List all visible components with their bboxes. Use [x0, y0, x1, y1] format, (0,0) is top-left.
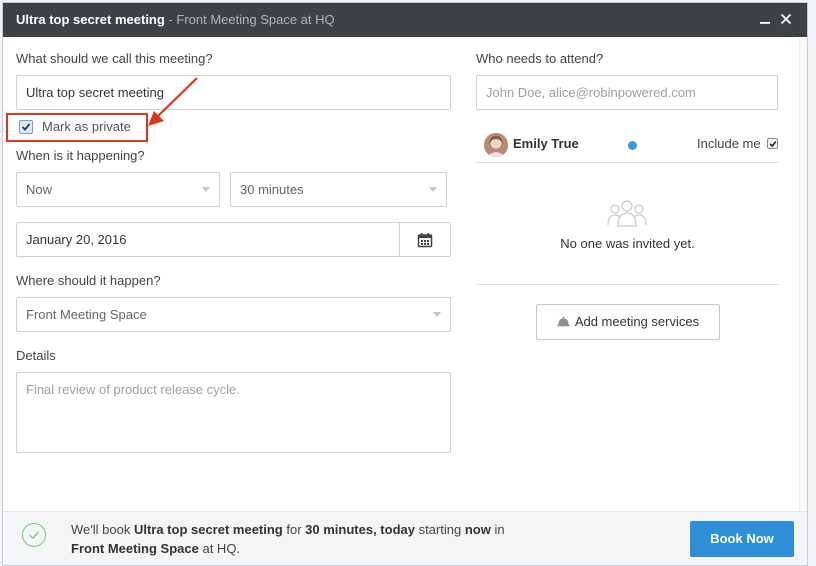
- include-me-checkbox[interactable]: [767, 138, 778, 149]
- book-now-button[interactable]: Book Now: [690, 521, 794, 557]
- people-icon: [607, 200, 647, 227]
- start-select[interactable]: Now: [16, 172, 220, 207]
- add-meeting-services-label: Add meeting services: [574, 314, 700, 329]
- summary-text: at HQ.: [198, 541, 241, 556]
- space-select[interactable]: Front Meeting Space: [16, 297, 451, 332]
- status-dot: [628, 141, 637, 150]
- details-textarea[interactable]: Final review of product release cycle.: [16, 372, 451, 453]
- add-meeting-services-button[interactable]: Add meeting services: [536, 304, 720, 340]
- annotation-highlight-box: [6, 113, 148, 142]
- meeting-name-input[interactable]: Ultra top secret meeting: [16, 75, 451, 110]
- empty-attendees-text: No one was invited yet.: [560, 236, 695, 251]
- services-divider: [476, 284, 779, 285]
- summary-text: We'll book: [71, 522, 134, 537]
- meeting-title-text: Ultra top secret meeting: [16, 12, 165, 27]
- date-input[interactable]: January 20, 2016: [16, 222, 401, 257]
- attendee-divider: [476, 162, 779, 163]
- modal-scrollbar[interactable]: [799, 37, 807, 511]
- modal-header: Ultra top secret meeting - Front Meeting…: [3, 3, 807, 37]
- where-label: Where should it happen?: [16, 273, 161, 288]
- location-subtitle: - Front Meeting Space at HQ: [164, 12, 335, 27]
- summary-text: in: [490, 522, 505, 537]
- check-circle-icon: [22, 523, 46, 547]
- duration-select-value: 30 minutes: [240, 182, 304, 197]
- organizer-name: Emily True: [513, 136, 579, 151]
- booking-footer: We'll book Ultra top secret meeting for …: [3, 511, 807, 565]
- meeting-name-label: What should we call this meeting?: [16, 51, 213, 66]
- details-label: Details: [16, 348, 56, 363]
- close-icon: [780, 13, 792, 25]
- duration-select[interactable]: 30 minutes: [230, 172, 447, 207]
- booking-summary: We'll book Ultra top secret meeting for …: [71, 520, 631, 558]
- minimize-button[interactable]: [755, 9, 775, 29]
- minimize-icon: [760, 22, 770, 24]
- chevron-down-icon: [433, 312, 441, 317]
- avatar: [484, 133, 508, 157]
- summary-text: starting: [414, 522, 465, 537]
- calendar-icon: [417, 233, 433, 248]
- close-button[interactable]: [776, 9, 796, 29]
- arrow-annotation: [148, 77, 198, 126]
- calendar-button[interactable]: [399, 222, 451, 257]
- chevron-down-icon: [202, 187, 210, 192]
- summary-duration: 30 minutes, today: [305, 522, 415, 537]
- space-select-value: Front Meeting Space: [26, 307, 147, 322]
- modal-title: Ultra top secret meeting - Front Meeting…: [16, 12, 335, 27]
- chevron-down-icon: [429, 187, 437, 192]
- avatar-image: [484, 133, 508, 157]
- attendees-input[interactable]: John Doe, alice@robinpowered.com: [476, 75, 778, 110]
- attendees-label: Who needs to attend?: [476, 51, 604, 66]
- summary-title: Ultra top secret meeting: [133, 522, 283, 537]
- summary-text: for: [282, 522, 306, 537]
- start-select-value: Now: [26, 182, 53, 197]
- bell-icon: [557, 316, 570, 327]
- when-label: When is it happening?: [16, 148, 145, 163]
- new-meeting-modal: Ultra top secret meeting - Front Meeting…: [2, 2, 808, 566]
- summary-space: Front Meeting Space: [71, 541, 199, 556]
- include-me-label[interactable]: Include me: [697, 136, 761, 151]
- checkmark-icon: [769, 141, 777, 148]
- summary-start: now: [464, 522, 491, 537]
